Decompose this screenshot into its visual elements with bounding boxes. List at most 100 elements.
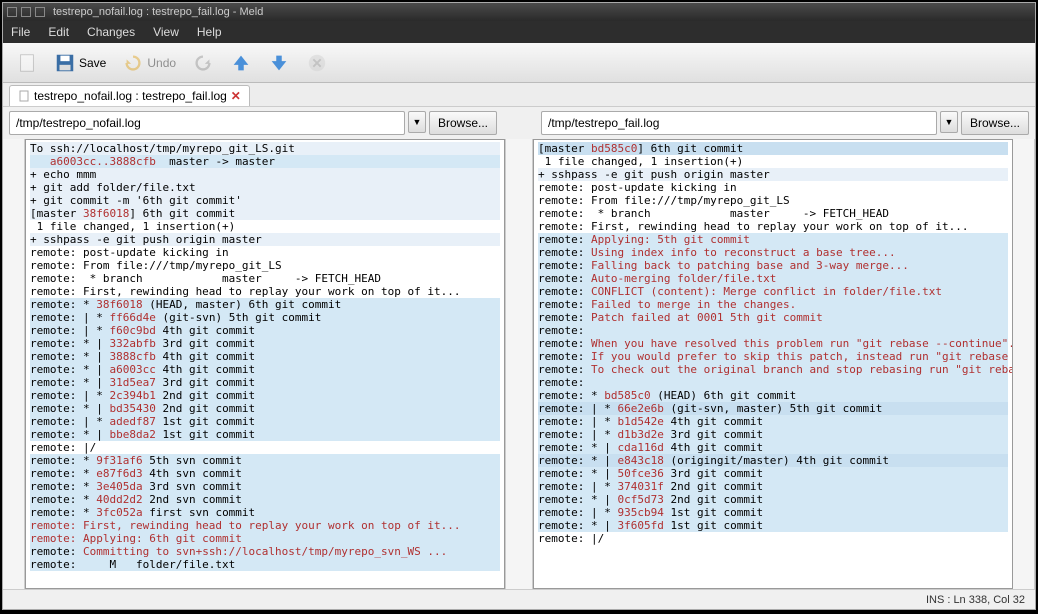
new-button[interactable] [11, 49, 43, 77]
left-path-dropdown[interactable]: ▼ [408, 111, 426, 133]
menu-changes[interactable]: Changes [87, 25, 135, 39]
diff-line[interactable]: remote: * 40dd2d2 2nd svn commit [30, 493, 500, 506]
diff-line[interactable]: remote: Falling back to patching base an… [538, 259, 1008, 272]
diff-line[interactable]: remote: [538, 376, 1008, 389]
right-file-pane[interactable]: ←[master bd585c0] 6th git commit 1 file … [533, 139, 1013, 589]
tab-label: testrepo_nofail.log : testrepo_fail.log [34, 89, 227, 103]
comparison-tab[interactable]: testrepo_nofail.log : testrepo_fail.log … [9, 85, 250, 106]
diff-line[interactable]: remote: Using index info to reconstruct … [538, 246, 1008, 259]
diff-line[interactable]: remote: | * b1d542e 4th git commit [538, 415, 1008, 428]
right-path-input[interactable]: /tmp/testrepo_fail.log [541, 111, 937, 135]
diff-line[interactable]: remote: * 9f31af6 5th svn commit➜ [30, 454, 500, 467]
left-overview-gutter[interactable] [3, 139, 25, 589]
diff-line[interactable]: remote: | * 374031f 2nd git commit [538, 480, 1008, 493]
save-button[interactable]: Save [49, 49, 111, 77]
left-file-pane[interactable]: To ssh://localhost/tmp/myrepo_git_LS.git… [25, 139, 505, 589]
diff-line[interactable]: remote: M folder/file.txt [30, 558, 500, 571]
diff-line[interactable]: remote: Committing to svn+ssh://localhos… [30, 545, 500, 558]
tabbar: testrepo_nofail.log : testrepo_fail.log … [3, 83, 1035, 107]
diff-line[interactable]: remote: Auto-merging folder/file.txt [538, 272, 1008, 285]
down-change-button[interactable] [263, 49, 295, 77]
right-path-dropdown[interactable]: ▼ [940, 111, 958, 133]
diff-line[interactable]: [master 38f6018] 6th git commit➜ [30, 207, 500, 220]
diff-line[interactable]: remote: post-update kicking in [30, 246, 500, 259]
diff-line[interactable]: remote: Failed to merge in the changes. [538, 298, 1008, 311]
diff-line[interactable]: remote: * 3fc052a first svn commit [30, 506, 500, 519]
right-overview-gutter[interactable] [1013, 139, 1035, 589]
diff-line[interactable]: remote: * e87f6d3 4th svn commit [30, 467, 500, 480]
diff-line[interactable]: remote: * 38f6018 (HEAD, master) 6th git… [30, 298, 500, 311]
diff-line[interactable]: remote: | * ff66d4e (git-svn) 5th git co… [30, 311, 500, 324]
diff-line[interactable]: remote: * | bd35430 2nd git commit [30, 402, 500, 415]
diff-line[interactable]: remote: Patch failed at 0001 5th git com… [538, 311, 1008, 324]
right-browse-button[interactable]: Browse... [961, 111, 1029, 135]
diff-line[interactable]: remote: * 3e405da 3rd svn commit [30, 480, 500, 493]
close-change-button[interactable] [301, 49, 333, 77]
restore-icon[interactable] [35, 7, 45, 17]
new-file-icon [16, 52, 38, 74]
undo-button[interactable]: Undo [117, 49, 181, 77]
menu-help[interactable]: Help [197, 25, 222, 39]
file-icon [18, 90, 30, 102]
diff-line[interactable]: + git commit -m '6th git commit' [30, 194, 500, 207]
diff-line[interactable]: remote: * branch master -> FETCH_HEAD [538, 207, 1008, 220]
diff-line[interactable]: remote: First, rewinding head to replay … [30, 519, 500, 532]
minimize-icon[interactable] [7, 7, 17, 17]
left-path-input[interactable]: /tmp/testrepo_nofail.log [9, 111, 405, 135]
diff-line[interactable]: 1 file changed, 1 insertion(+) [30, 220, 500, 233]
up-change-button[interactable] [225, 49, 257, 77]
diff-line[interactable]: remote: | * f60c9bd 4th git commit [30, 324, 500, 337]
diff-line[interactable]: To ssh://localhost/tmp/myrepo_git_LS.git [30, 142, 500, 155]
diff-line[interactable]: remote: If you would prefer to skip this… [538, 350, 1008, 363]
diff-line[interactable]: remote: [538, 324, 1008, 337]
diff-line[interactable]: remote: * | 3f605fd 1st git commit [538, 519, 1008, 532]
path-bar: /tmp/testrepo_nofail.log ▼ Browse... /tm… [3, 107, 1035, 139]
diff-line[interactable]: remote: From file:///tmp/myrepo_git_LS [538, 194, 1008, 207]
menu-file[interactable]: File [11, 25, 30, 39]
diff-line[interactable]: remote: | * 66e2e6b (git-svn, master) 5t… [538, 402, 1008, 415]
diff-line[interactable]: remote: | * d1b3d2e 3rd git commit [538, 428, 1008, 441]
diff-line[interactable]: remote: * | 50fce36 3rd git commit [538, 467, 1008, 480]
diff-line[interactable]: remote: * bd585c0 (HEAD) 6th git commit [538, 389, 1008, 402]
diff-line[interactable]: remote: |/ [30, 441, 500, 454]
menu-edit[interactable]: Edit [48, 25, 69, 39]
diff-line[interactable]: remote: * | bbe8da2 1st git commit [30, 428, 500, 441]
diff-line[interactable]: remote: To check out the original branch… [538, 363, 1008, 376]
diff-line[interactable]: 1 file changed, 1 insertion(+) [538, 155, 1008, 168]
diff-line[interactable]: remote: * | a6003cc 4th git commit [30, 363, 500, 376]
diff-line[interactable]: remote: |/ [538, 532, 1008, 545]
diff-line[interactable]: remote: post-update kicking in [538, 181, 1008, 194]
diff-line[interactable]: remote: First, rewinding head to replay … [538, 220, 1008, 233]
diff-line[interactable]: remote: * | e843c18 (origingit/master) 4… [538, 454, 1008, 467]
diff-line[interactable]: remote: Applying: 6th git commit [30, 532, 500, 545]
tab-close-icon[interactable]: ✕ [231, 89, 241, 103]
diff-line[interactable]: remote: First, rewinding head to replay … [30, 285, 500, 298]
redo-button[interactable] [187, 49, 219, 77]
diff-line[interactable]: remote: * | 0cf5d73 2nd git commit [538, 493, 1008, 506]
diff-line[interactable]: a6003cc..3888cfb master -> master➜ [30, 155, 500, 168]
diff-line[interactable]: remote: * | 332abfb 3rd git commit [30, 337, 500, 350]
diff-line[interactable]: ←remote: Applying: 5th git commit [538, 233, 1008, 246]
diff-line[interactable]: remote: | * adedf87 1st git commit [30, 415, 500, 428]
maximize-icon[interactable] [21, 7, 31, 17]
diff-line[interactable]: + git add folder/file.txt [30, 181, 500, 194]
diff-line[interactable]: remote: * | 3888cfb 4th git commit [30, 350, 500, 363]
diff-line[interactable]: remote: | * 935cb94 1st git commit [538, 506, 1008, 519]
diff-line[interactable] [538, 545, 1008, 558]
diff-line[interactable]: + echo mmm [30, 168, 500, 181]
diff-line[interactable]: ←[master bd585c0] 6th git commit [538, 142, 1008, 155]
diff-line[interactable]: remote: * | 31d5ea7 3rd git commit [30, 376, 500, 389]
left-browse-button[interactable]: Browse... [429, 111, 497, 135]
diff-line[interactable]: remote: CONFLICT (content): Merge confli… [538, 285, 1008, 298]
menu-view[interactable]: View [153, 25, 179, 39]
arrow-up-icon [230, 52, 252, 74]
diff-line[interactable]: remote: When you have resolved this prob… [538, 337, 1008, 350]
diff-line[interactable]: remote: * branch master -> FETCH_HEAD [30, 272, 500, 285]
diff-line[interactable]: remote: * | cda116d 4th git commit [538, 441, 1008, 454]
diff-line[interactable]: + sshpass -e git push origin master [30, 233, 500, 246]
diff-line[interactable]: remote: From file:///tmp/myrepo_git_LS [30, 259, 500, 272]
diff-line[interactable]: + sshpass -e git push origin master [538, 168, 1008, 181]
diff-line[interactable]: remote: | * 2c394b1 2nd git commit [30, 389, 500, 402]
save-icon [54, 52, 76, 74]
titlebar-controls[interactable] [7, 7, 45, 17]
